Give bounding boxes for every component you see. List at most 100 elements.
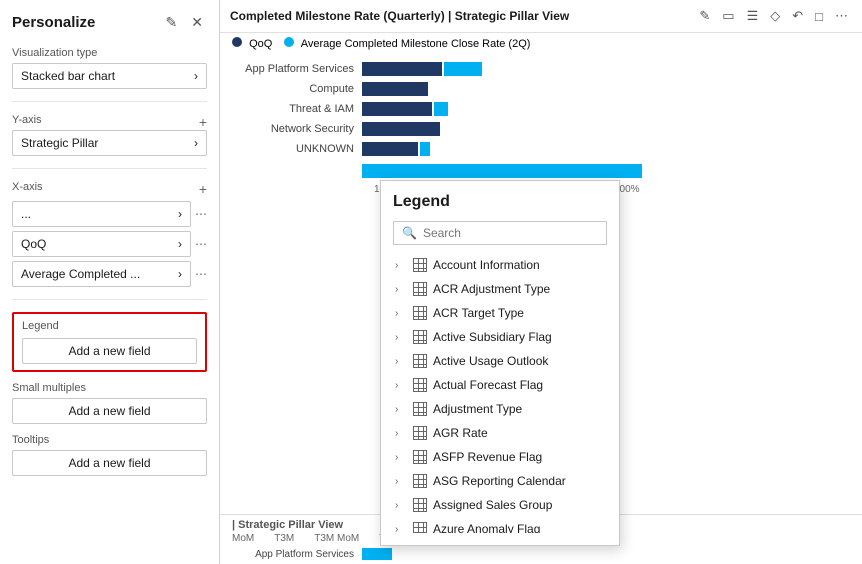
x-axis-label: X-axis bbox=[12, 181, 43, 193]
legend-search-input[interactable] bbox=[423, 226, 598, 240]
legend-item-grid-icon bbox=[413, 426, 427, 440]
bar-row-compute: Compute bbox=[232, 82, 850, 96]
y-axis-value: Strategic Pillar bbox=[21, 136, 98, 150]
x-axis-item-1-more[interactable]: ⋯ bbox=[195, 207, 207, 221]
small-multiples-add-btn[interactable]: Add a new field bbox=[12, 398, 207, 424]
legend-section: Legend Add a new field bbox=[12, 312, 207, 372]
x-axis-item-1-value: ... bbox=[21, 207, 31, 221]
x-axis-item-3-btn[interactable]: Average Completed ... › bbox=[12, 261, 191, 287]
legend-item-expand-icon: › bbox=[395, 500, 407, 511]
x-axis-item-2-more[interactable]: ⋯ bbox=[195, 237, 207, 251]
bar-blue-unknown bbox=[420, 142, 430, 156]
legend-list-item[interactable]: › Assigned Sales Group bbox=[393, 493, 603, 517]
x-axis-item-2: QoQ › ⋯ bbox=[12, 231, 207, 257]
tab-mom[interactable]: MoM bbox=[232, 533, 254, 544]
bar-row-threat: Threat & IAM bbox=[232, 102, 850, 116]
x-axis-item-2-btn[interactable]: QoQ › bbox=[12, 231, 191, 257]
legend-list-item[interactable]: › Active Subsidiary Flag bbox=[393, 325, 603, 349]
legend-popup: Legend 🔍 › Account Information › bbox=[380, 180, 620, 546]
viz-type-section: Visualization type Stacked bar chart › bbox=[12, 47, 207, 89]
legend-section-label: Legend bbox=[22, 320, 197, 332]
x-axis-add-btn[interactable]: + bbox=[199, 181, 207, 197]
legend-list-item[interactable]: › ACR Target Type bbox=[393, 301, 603, 325]
legend-qoq-label: QoQ bbox=[249, 38, 272, 50]
toolbar-more-icon[interactable]: ⋯ bbox=[831, 6, 852, 26]
chart-title: Completed Milestone Rate (Quarterly) | S… bbox=[230, 9, 569, 23]
bar-blue-app-platform bbox=[444, 62, 482, 76]
viz-type-chevron: › bbox=[194, 69, 198, 83]
legend-item-label: ASFP Revenue Flag bbox=[433, 450, 542, 464]
legend-list-item[interactable]: › Account Information bbox=[393, 253, 603, 277]
x-axis-item-2-chevron: › bbox=[178, 237, 182, 251]
x-axis-item-1-btn[interactable]: ... › bbox=[12, 201, 191, 227]
y-axis-add-btn[interactable]: + bbox=[199, 114, 207, 130]
legend-list-item[interactable]: › Azure Anomaly Flag bbox=[393, 517, 603, 533]
legend-item-expand-icon: › bbox=[395, 476, 407, 487]
y-axis-chevron: › bbox=[194, 136, 198, 150]
x-axis-item-3-more[interactable]: ⋯ bbox=[195, 267, 207, 281]
bar-label-app-platform: App Platform Services bbox=[232, 63, 362, 75]
legend-item-label: ACR Adjustment Type bbox=[433, 282, 550, 296]
legend-list-item[interactable]: › AGR Rate bbox=[393, 421, 603, 445]
panel-edit-icon[interactable]: ✎ bbox=[162, 12, 182, 33]
toolbar-pencil-icon[interactable]: ✎ bbox=[695, 6, 714, 26]
viz-type-label: Visualization type bbox=[12, 47, 207, 59]
divider-1 bbox=[12, 101, 207, 102]
legend-item-grid-icon bbox=[413, 330, 427, 344]
toolbar-expand-icon[interactable]: ◇ bbox=[766, 6, 784, 26]
panel-header: Personalize ✎ ✕ bbox=[12, 12, 207, 33]
legend-item-expand-icon: › bbox=[395, 332, 407, 343]
tab-t3m-mom[interactable]: T3M MoM bbox=[314, 533, 359, 544]
viz-type-dropdown[interactable]: Stacked bar chart › bbox=[12, 63, 207, 89]
bar-dark-compute bbox=[362, 82, 428, 96]
toolbar-copy-icon[interactable]: ▭ bbox=[718, 6, 738, 26]
legend-list-item[interactable]: › ASFP Revenue Flag bbox=[393, 445, 603, 469]
legend-search-box[interactable]: 🔍 bbox=[393, 221, 607, 245]
legend-item-label: Actual Forecast Flag bbox=[433, 378, 543, 392]
y-axis-section: Y-axis + Strategic Pillar › bbox=[12, 114, 207, 156]
legend-item-grid-icon bbox=[413, 282, 427, 296]
legend-item-label: Azure Anomaly Flag bbox=[433, 522, 540, 533]
personalize-panel: Personalize ✎ ✕ Visualization type Stack… bbox=[0, 0, 220, 564]
legend-list-item[interactable]: › ACR Adjustment Type bbox=[393, 277, 603, 301]
legend-item-expand-icon: › bbox=[395, 260, 407, 271]
bar-label-threat: Threat & IAM bbox=[232, 103, 362, 115]
bar-row-long bbox=[232, 164, 850, 178]
chart-header: Completed Milestone Rate (Quarterly) | S… bbox=[220, 0, 862, 33]
legend-list: › Account Information › bbox=[393, 253, 607, 533]
legend-list-item[interactable]: › Adjustment Type bbox=[393, 397, 603, 421]
legend-list-item[interactable]: › Actual Forecast Flag bbox=[393, 373, 603, 397]
toolbar-undo-icon[interactable]: ↶ bbox=[788, 6, 807, 26]
panel-close-icon[interactable]: ✕ bbox=[187, 12, 207, 33]
legend-item-expand-icon: › bbox=[395, 308, 407, 319]
bar-label-unknown: UNKNOWN bbox=[232, 143, 362, 155]
legend-item-grid-icon bbox=[413, 522, 427, 533]
tooltips-section: Tooltips Add a new field bbox=[12, 434, 207, 476]
bottom-bar-row: App Platform Services bbox=[232, 548, 850, 560]
legend-item-label: Active Usage Outlook bbox=[433, 354, 548, 368]
legend-item-label: AGR Rate bbox=[433, 426, 488, 440]
legend-item-grid-icon bbox=[413, 378, 427, 392]
legend-dot-qoq bbox=[232, 37, 242, 47]
toolbar-grid-icon[interactable]: □ bbox=[811, 6, 827, 26]
viz-type-value: Stacked bar chart bbox=[21, 69, 115, 83]
legend-item-expand-icon: › bbox=[395, 524, 407, 534]
legend-qoq: QoQ bbox=[232, 37, 272, 50]
divider-2 bbox=[12, 168, 207, 169]
legend-item-grid-icon bbox=[413, 474, 427, 488]
tab-t3m[interactable]: T3M bbox=[274, 533, 294, 544]
legend-item-label: Assigned Sales Group bbox=[433, 498, 552, 512]
x-axis-item-3-chevron: › bbox=[178, 267, 182, 281]
toolbar-filter-icon[interactable]: ☰ bbox=[743, 6, 763, 26]
bar-blue-long bbox=[362, 164, 642, 178]
legend-item-expand-icon: › bbox=[395, 284, 407, 295]
legend-list-item[interactable]: › ASG Reporting Calendar bbox=[393, 469, 603, 493]
legend-avg: Average Completed Milestone Close Rate (… bbox=[284, 37, 530, 50]
y-axis-label: Y-axis bbox=[12, 114, 42, 126]
y-axis-dropdown[interactable]: Strategic Pillar › bbox=[12, 130, 207, 156]
tooltips-add-btn[interactable]: Add a new field bbox=[12, 450, 207, 476]
legend-add-field-btn[interactable]: Add a new field bbox=[22, 338, 197, 364]
legend-item-label: Active Subsidiary Flag bbox=[433, 330, 552, 344]
legend-list-item[interactable]: › Active Usage Outlook bbox=[393, 349, 603, 373]
legend-item-grid-icon bbox=[413, 354, 427, 368]
